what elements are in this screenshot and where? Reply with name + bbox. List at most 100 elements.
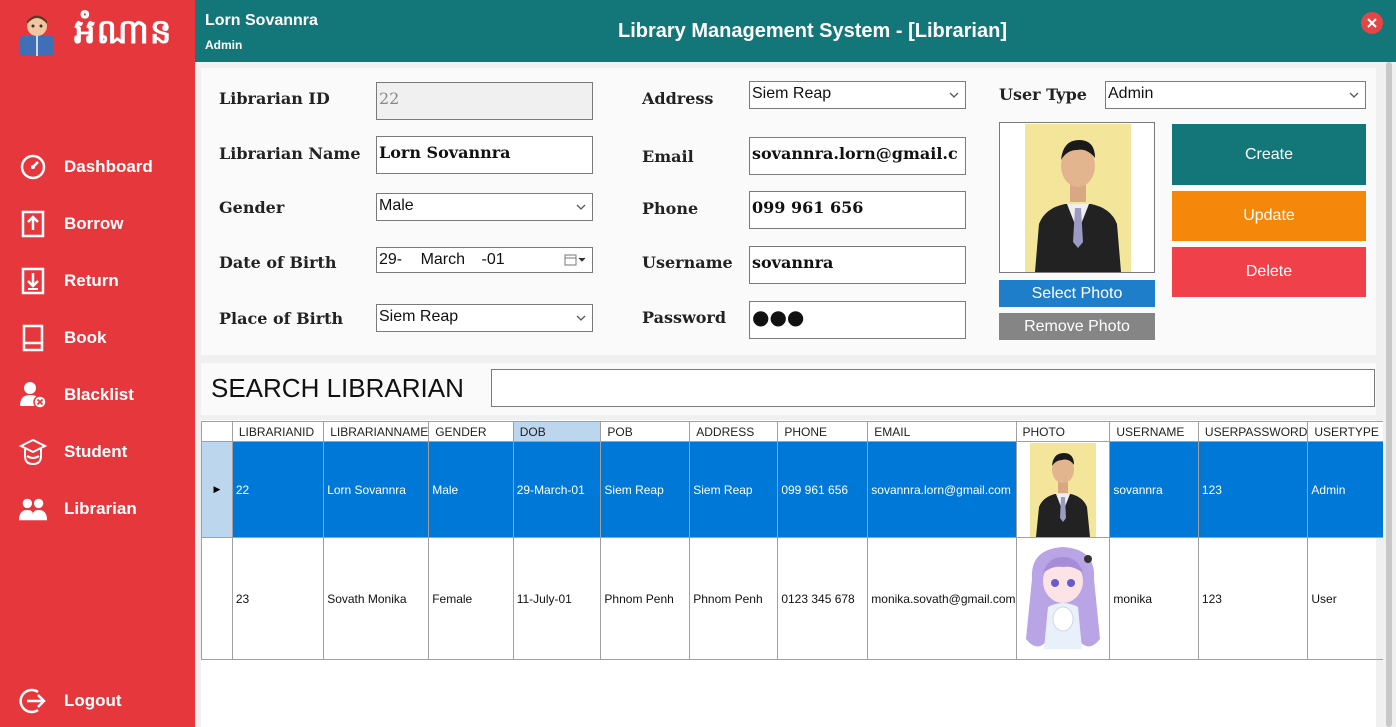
cell-email[interactable]: monika.sovath@gmail.com <box>867 537 1017 660</box>
student-icon <box>18 437 48 467</box>
sidebar-item-borrow[interactable]: Borrow <box>18 206 124 242</box>
anime-character-photo <box>1017 538 1108 659</box>
column-header[interactable]: USERNAME <box>1109 421 1199 442</box>
gender-label: Gender <box>219 198 285 217</box>
select-photo-button[interactable]: Select Photo <box>999 280 1155 307</box>
return-download-icon <box>18 266 48 296</box>
row-header-current[interactable]: ▶ <box>201 441 233 538</box>
address-label: Address <box>642 89 714 108</box>
cell-email[interactable]: sovannra.lorn@gmail.com <box>867 441 1017 538</box>
sidebar-item-dashboard[interactable]: Dashboard <box>18 149 153 185</box>
book-icon <box>18 323 48 353</box>
phone-field[interactable]: 099 961 656 <box>749 191 966 229</box>
close-button[interactable] <box>1361 12 1383 34</box>
chevron-down-icon <box>576 315 586 321</box>
email-field[interactable]: sovannra.lorn@gmail.c <box>749 137 966 175</box>
date-of-birth-picker[interactable]: 29- March -01 <box>376 247 593 273</box>
password-field[interactable]: ●●● <box>749 301 966 339</box>
update-button[interactable]: Update <box>1172 191 1366 241</box>
row-header[interactable] <box>201 537 233 660</box>
table-row-selected[interactable]: ▶ 22 Lorn Sovannra Male 29-March-01 Siem… <box>201 441 1396 538</box>
librarian-name-field[interactable]: Lorn Sovannra <box>376 136 593 174</box>
create-button[interactable]: Create <box>1172 124 1366 185</box>
cell-photo[interactable] <box>1015 441 1111 538</box>
current-user-role: Admin <box>205 38 243 52</box>
chevron-down-icon <box>1349 92 1359 98</box>
username-label: Username <box>642 253 733 272</box>
cell-pob[interactable]: Siem Reap <box>600 441 691 538</box>
cell-username[interactable]: monika <box>1109 537 1199 660</box>
search-librarian-label: SEARCH LIBRARIAN <box>211 373 464 403</box>
librarian-id-label: Librarian ID <box>219 89 330 108</box>
cell-pob[interactable]: Phnom Penh <box>600 537 691 660</box>
username-field[interactable]: sovannra <box>749 246 966 284</box>
address-value: Siem Reap <box>752 85 832 102</box>
delete-button[interactable]: Delete <box>1172 247 1366 297</box>
logout-button[interactable]: Logout <box>18 683 122 719</box>
dob-month: March <box>420 251 466 268</box>
sidebar-item-book[interactable]: Book <box>18 320 107 356</box>
sidebar-item-label: Dashboard <box>64 157 153 176</box>
cell-gender[interactable]: Female <box>428 537 514 660</box>
sidebar-item-label: Librarian <box>64 499 137 518</box>
cell-phone[interactable]: 099 961 656 <box>777 441 869 538</box>
cell-id[interactable]: 22 <box>231 441 325 538</box>
address-select[interactable]: Siem Reap <box>749 81 966 109</box>
cell-name[interactable]: Lorn Sovannra <box>323 441 430 538</box>
dob-day: 29- <box>379 251 403 268</box>
cell-password[interactable]: 123 <box>1197 537 1309 660</box>
grid-corner-cell[interactable] <box>201 421 233 442</box>
cell-address[interactable]: Phnom Penh <box>689 537 779 660</box>
gender-select[interactable]: Male <box>376 193 593 221</box>
window-title: Library Management System - [Librarian] <box>618 20 1007 42</box>
column-header[interactable]: LIBRARIANNAME <box>323 421 430 442</box>
column-header[interactable]: PHONE <box>777 421 869 442</box>
logo-text: អំណាន <box>74 12 173 52</box>
sidebar: អំណាន Dashboard Borrow Return Book Black… <box>0 0 195 727</box>
sidebar-item-return[interactable]: Return <box>18 263 119 299</box>
pob-value: Siem Reap <box>379 308 459 325</box>
dashboard-gauge-icon <box>18 152 48 182</box>
cell-id[interactable]: 23 <box>231 537 325 660</box>
cell-gender[interactable]: Male <box>428 441 514 538</box>
cell-password[interactable]: 123 <box>1197 441 1309 538</box>
place-of-birth-select[interactable]: Siem Reap <box>376 304 593 332</box>
librarian-grid[interactable]: LIBRARIANID LIBRARIANNAME GENDER DOB POB… <box>201 421 1396 660</box>
cell-phone[interactable]: 0123 345 678 <box>777 537 869 660</box>
sidebar-item-librarian[interactable]: Librarian <box>18 491 137 527</box>
user-type-select[interactable]: Admin <box>1105 81 1366 109</box>
column-header[interactable]: POB <box>600 421 691 442</box>
librarian-photo <box>1025 124 1131 272</box>
cell-photo[interactable] <box>1015 537 1111 660</box>
column-header[interactable]: GENDER <box>428 421 514 442</box>
user-type-label: User Type <box>999 85 1087 104</box>
cell-username[interactable]: sovannra <box>1109 441 1199 538</box>
column-header[interactable]: LIBRARIANID <box>231 421 325 442</box>
sidebar-item-blacklist[interactable]: Blacklist <box>18 377 134 413</box>
sidebar-item-student[interactable]: Student <box>18 434 127 470</box>
column-header[interactable]: USERPASSWORD <box>1197 421 1309 442</box>
column-header-selected[interactable]: DOB <box>512 421 602 442</box>
chevron-down-icon <box>949 92 959 98</box>
librarian-id-field[interactable]: 22 <box>376 82 593 120</box>
date-of-birth-label: Date of Birth <box>219 253 337 272</box>
column-header[interactable]: ADDRESS <box>689 421 779 442</box>
logout-icon <box>18 686 48 716</box>
sidebar-item-label: Blacklist <box>64 385 134 404</box>
scrollbar-thumb[interactable] <box>1386 62 1392 727</box>
column-header[interactable]: PHOTO <box>1015 421 1111 442</box>
grid-header-row: LIBRARIANID LIBRARIANNAME GENDER DOB POB… <box>201 421 1396 442</box>
cell-name[interactable]: Sovath Monika <box>323 537 430 660</box>
remove-photo-button[interactable]: Remove Photo <box>999 313 1155 340</box>
cell-dob[interactable]: 29-March-01 <box>512 441 602 538</box>
place-of-birth-label: Place of Birth <box>219 309 344 328</box>
current-user-name: Lorn Sovannra <box>205 12 318 29</box>
librarian-photo-thumbnail <box>1029 442 1096 537</box>
gender-value: Male <box>379 197 414 214</box>
sidebar-item-label: Student <box>64 442 128 461</box>
cell-dob[interactable]: 11-July-01 <box>512 537 602 660</box>
cell-address[interactable]: Siem Reap <box>689 441 779 538</box>
search-input[interactable] <box>491 369 1375 407</box>
column-header[interactable]: EMAIL <box>867 421 1017 442</box>
table-row[interactable]: 23 Sovath Monika Female 11-July-01 Phnom… <box>201 537 1396 660</box>
